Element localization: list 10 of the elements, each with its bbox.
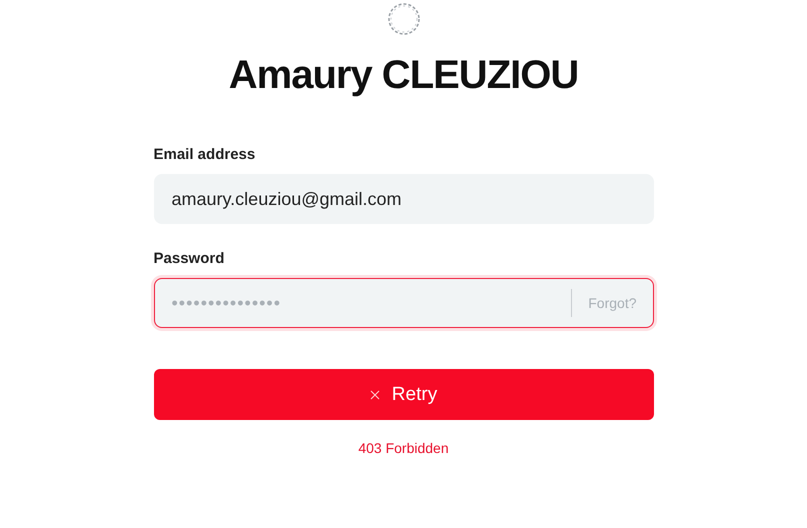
field-label: Password bbox=[154, 250, 226, 268]
circle-logo-icon bbox=[386, 1, 422, 37]
field-label: Email address bbox=[154, 146, 256, 164]
email-field[interactable]: amaury.cleuziou@gmail.com bbox=[154, 174, 654, 224]
x-icon bbox=[370, 390, 380, 400]
password-input[interactable]: ••••••••••••••• bbox=[154, 292, 572, 314]
retry-button[interactable]: Retry bbox=[154, 369, 654, 420]
error-message: 403 Forbidden bbox=[357, 440, 450, 456]
email-input[interactable]: amaury.cleuziou@gmail.com bbox=[154, 188, 652, 210]
page-title: Amaury CLEUZIOU bbox=[228, 52, 578, 99]
